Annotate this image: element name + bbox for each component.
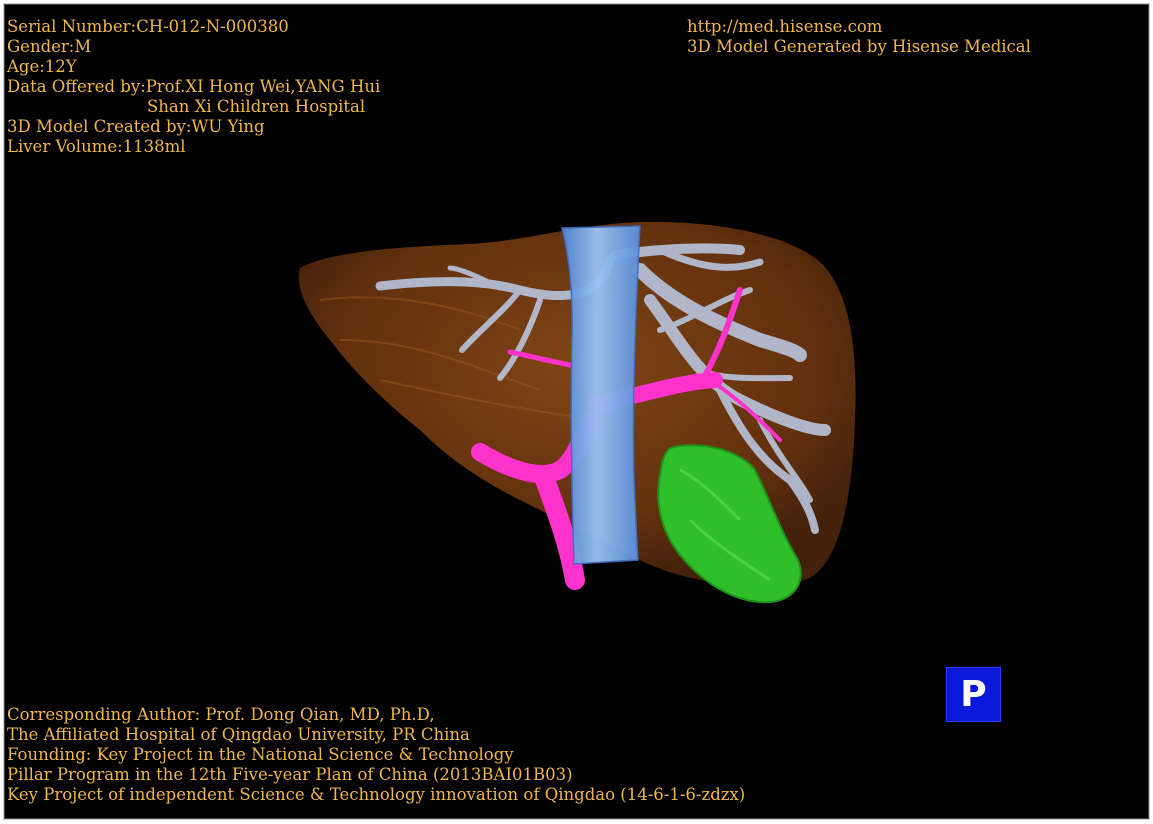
affiliation-text: The Affiliated Hospital of Qingdao Unive… [7,725,470,744]
serial-number-text: Serial Number:CH-012-N-000380 [7,17,289,36]
p-button[interactable]: P [946,667,1001,722]
corresponding-author-text: Corresponding Author: Prof. Dong Qian, M… [7,705,435,724]
pillar-program-text: Pillar Program in the 12th Five-year Pla… [7,765,573,784]
website-url-text: http://med.hisense.com [687,17,883,36]
data-offered-text: Data Offered by:Prof.XI Hong Wei,YANG Hu… [7,77,381,96]
patient-info-block: Serial Number:CH-012-N-000380 Gender:M A… [7,17,380,157]
generated-by-text: 3D Model Generated by Hisense Medical [687,37,1031,56]
key-project-text: Key Project of independent Science & Tec… [7,785,746,804]
gender-text: Gender:M [7,37,92,56]
liver-volume-text: Liver Volume:1138ml [7,137,186,156]
generator-info-block: http://med.hisense.com 3D Model Generate… [687,17,1031,57]
inferior-vena-cava [561,225,641,565]
age-text: Age:12Y [7,57,77,76]
hospital-text: Shan Xi Children Hospital [147,97,366,116]
model-created-by-text: 3D Model Created by:WU Ying [7,117,265,136]
credits-block: Corresponding Author: Prof. Dong Qian, M… [7,705,745,805]
founding-text: Founding: Key Project in the National Sc… [7,745,514,764]
